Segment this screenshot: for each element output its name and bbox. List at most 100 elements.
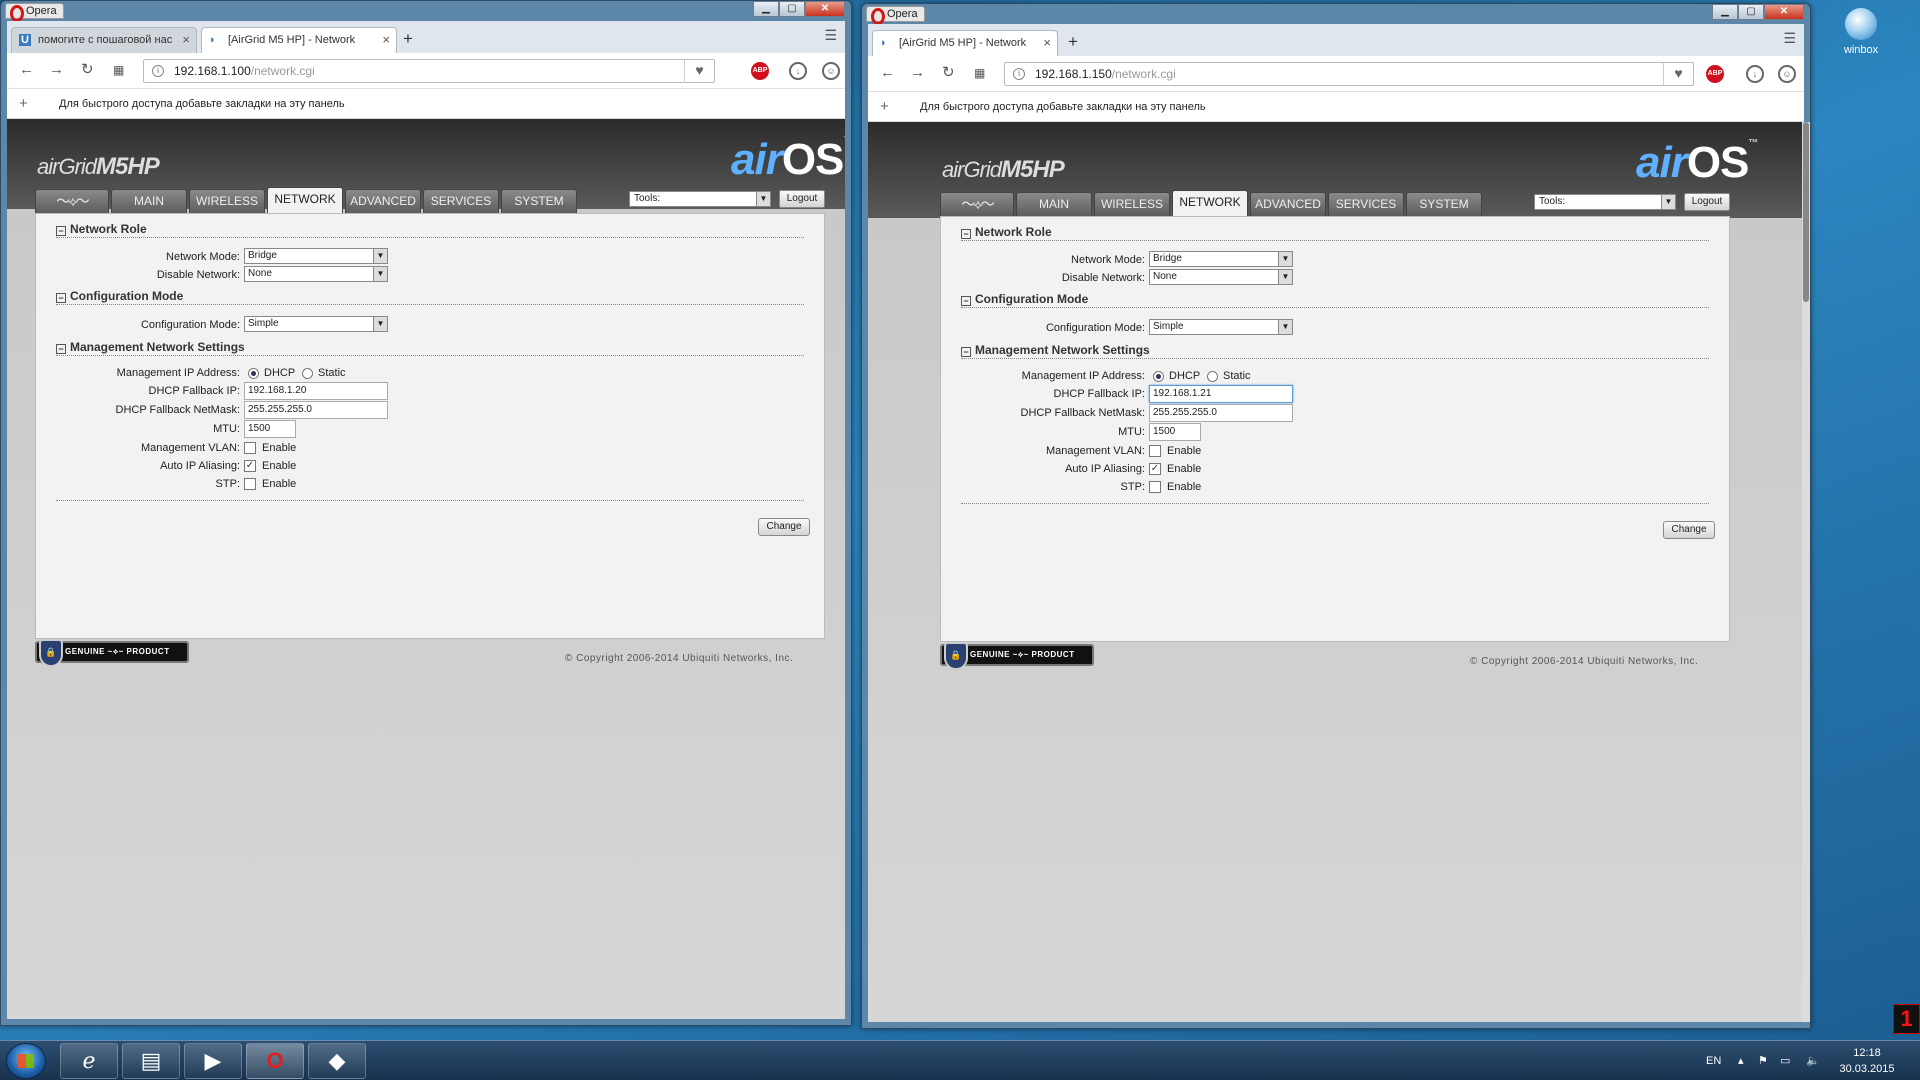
tools-select[interactable]: Tools: ▼ <box>1534 194 1676 210</box>
tools-select[interactable]: Tools: ▼ <box>629 191 771 207</box>
opera-menu-button[interactable]: Opera <box>5 3 64 22</box>
opera-menu-button[interactable]: Opera <box>866 6 925 25</box>
section-network-role[interactable]: − Network Role <box>56 222 804 238</box>
section-network-role[interactable]: − Network Role <box>961 225 1709 241</box>
section-configuration-mode[interactable]: − Configuration Mode <box>961 292 1709 308</box>
tab-menu-icon[interactable]: ☰ <box>1783 30 1796 47</box>
language-indicator[interactable]: EN <box>1706 1041 1721 1080</box>
adblock-icon[interactable]: ABP <box>1706 65 1724 83</box>
collapse-icon[interactable]: − <box>961 347 971 357</box>
download-icon[interactable]: ↓ <box>789 62 807 80</box>
collapse-icon[interactable]: − <box>56 293 66 303</box>
network-mode-select[interactable]: Bridge ▼ <box>244 248 388 264</box>
auto-ip-aliasing-checkbox[interactable]: ✓ <box>1149 463 1161 475</box>
browser-tab-active[interactable]: ◗ [AirGrid M5 HP] - Network × <box>201 27 397 53</box>
nav-tab-network[interactable]: NETWORK <box>1172 190 1248 216</box>
maximize-button[interactable]: ▢ <box>779 1 805 17</box>
scrollbar-thumb[interactable] <box>1803 122 1809 302</box>
collapse-icon[interactable]: − <box>56 344 66 354</box>
nav-tab-main[interactable]: MAIN <box>111 189 187 213</box>
download-icon[interactable]: ↓ <box>1746 65 1764 83</box>
reload-icon[interactable]: ↻ <box>81 61 94 79</box>
tab-close-icon[interactable]: × <box>382 28 390 52</box>
opera-taskbar-icon[interactable]: O <box>246 1043 304 1079</box>
url-input[interactable]: i 192.168.1.100/network.cgi ♥ <box>143 59 715 83</box>
forward-icon[interactable]: → <box>910 64 925 82</box>
logout-button[interactable]: Logout <box>1684 193 1730 211</box>
nav-tab-advanced[interactable]: ADVANCED <box>345 189 421 213</box>
nav-tab-main[interactable]: MAIN <box>1016 192 1092 216</box>
speed-dial-icon[interactable]: ▦ <box>974 64 985 82</box>
action-center-flag-icon[interactable]: ⚑ <box>1758 1041 1768 1080</box>
add-bookmark-icon[interactable]: + <box>880 92 889 122</box>
mtu-input[interactable]: 1500 <box>1149 423 1201 441</box>
configuration-mode-select[interactable]: Simple ▼ <box>1149 319 1293 335</box>
change-button[interactable]: Change <box>1663 521 1715 539</box>
nav-tab-system[interactable]: SYSTEM <box>1406 192 1482 216</box>
bookmark-heart-icon[interactable]: ♥ <box>1663 62 1693 86</box>
nav-tab-wireless[interactable]: WIRELESS <box>189 189 265 213</box>
new-tab-icon[interactable]: + <box>403 27 413 51</box>
auto-ip-aliasing-checkbox[interactable]: ✓ <box>244 460 256 472</box>
dhcp-fallback-netmask-input[interactable]: 255.255.255.0 <box>1149 404 1293 422</box>
section-management-network[interactable]: − Management Network Settings <box>56 340 804 356</box>
stp-checkbox[interactable] <box>244 478 256 490</box>
nav-tab-system[interactable]: SYSTEM <box>501 189 577 213</box>
browser-tab[interactable]: U помогите с пошаговой нас × <box>11 27 197 53</box>
site-info-icon[interactable]: i <box>1013 68 1025 80</box>
reload-icon[interactable]: ↻ <box>942 64 955 82</box>
close-window-button[interactable]: ✕ <box>805 1 845 17</box>
account-icon[interactable]: ☺ <box>822 62 840 80</box>
network-mode-select[interactable]: Bridge ▼ <box>1149 251 1293 267</box>
disable-network-select[interactable]: None ▼ <box>244 266 388 282</box>
page-scrollbar[interactable] <box>1802 122 1810 1022</box>
close-window-button[interactable]: ✕ <box>1764 4 1804 20</box>
minimize-button[interactable]: ▁ <box>1712 4 1738 20</box>
file-explorer-icon[interactable]: ▤ <box>122 1043 180 1079</box>
minimize-button[interactable]: ▁ <box>753 1 779 17</box>
collapse-icon[interactable]: − <box>961 229 971 239</box>
winbox-taskbar-icon[interactable]: ◆ <box>308 1043 366 1079</box>
dhcp-radio[interactable] <box>248 368 259 379</box>
back-icon[interactable]: ← <box>880 64 895 82</box>
dhcp-fallback-ip-input[interactable]: 192.168.1.20 <box>244 382 388 400</box>
speed-dial-icon[interactable]: ▦ <box>113 61 124 79</box>
add-bookmark-icon[interactable]: + <box>19 89 28 119</box>
account-icon[interactable]: ☺ <box>1778 65 1796 83</box>
winbox-desktop-icon[interactable]: winbox <box>1828 8 1894 56</box>
new-tab-icon[interactable]: + <box>1068 30 1078 54</box>
mtu-input[interactable]: 1500 <box>244 420 296 438</box>
disable-network-select[interactable]: None ▼ <box>1149 269 1293 285</box>
adblock-icon[interactable]: ABP <box>751 62 769 80</box>
change-button[interactable]: Change <box>758 518 810 536</box>
management-vlan-checkbox[interactable] <box>244 442 256 454</box>
dhcp-fallback-ip-input[interactable]: 192.168.1.21 <box>1149 385 1293 403</box>
collapse-icon[interactable]: − <box>56 226 66 236</box>
tab-close-icon[interactable]: × <box>182 28 190 52</box>
volume-icon[interactable]: 🔈 <box>1806 1041 1820 1080</box>
nav-tab-wireless[interactable]: WIRELESS <box>1094 192 1170 216</box>
collapse-icon[interactable]: − <box>961 296 971 306</box>
nav-tab-services[interactable]: SERVICES <box>423 189 499 213</box>
title-bar[interactable]: Opera ▁ ▢ ✕ <box>862 4 1810 25</box>
site-info-icon[interactable]: i <box>152 65 164 77</box>
section-management-network[interactable]: − Management Network Settings <box>961 343 1709 359</box>
nav-tab-advanced[interactable]: ADVANCED <box>1250 192 1326 216</box>
ubnt-logo-tab[interactable]: 〜⟡〜 <box>35 189 109 213</box>
start-button[interactable] <box>6 1043 46 1079</box>
nav-tab-services[interactable]: SERVICES <box>1328 192 1404 216</box>
nav-tab-network[interactable]: NETWORK <box>267 187 343 213</box>
url-input[interactable]: i 192.168.1.150/network.cgi ♥ <box>1004 62 1694 86</box>
management-vlan-checkbox[interactable] <box>1149 445 1161 457</box>
static-radio[interactable] <box>302 368 313 379</box>
static-radio[interactable] <box>1207 371 1218 382</box>
browser-tab-active[interactable]: ◗ [AirGrid M5 HP] - Network × <box>872 30 1058 56</box>
logout-button[interactable]: Logout <box>779 190 825 208</box>
dhcp-radio[interactable] <box>1153 371 1164 382</box>
forward-icon[interactable]: → <box>49 61 64 79</box>
maximize-button[interactable]: ▢ <box>1738 4 1764 20</box>
system-clock[interactable]: 12:18 30.03.2015 <box>1832 1045 1902 1077</box>
tab-close-icon[interactable]: × <box>1043 31 1051 55</box>
back-icon[interactable]: ← <box>19 61 34 79</box>
tray-expand-icon[interactable]: ▴ <box>1738 1041 1744 1080</box>
